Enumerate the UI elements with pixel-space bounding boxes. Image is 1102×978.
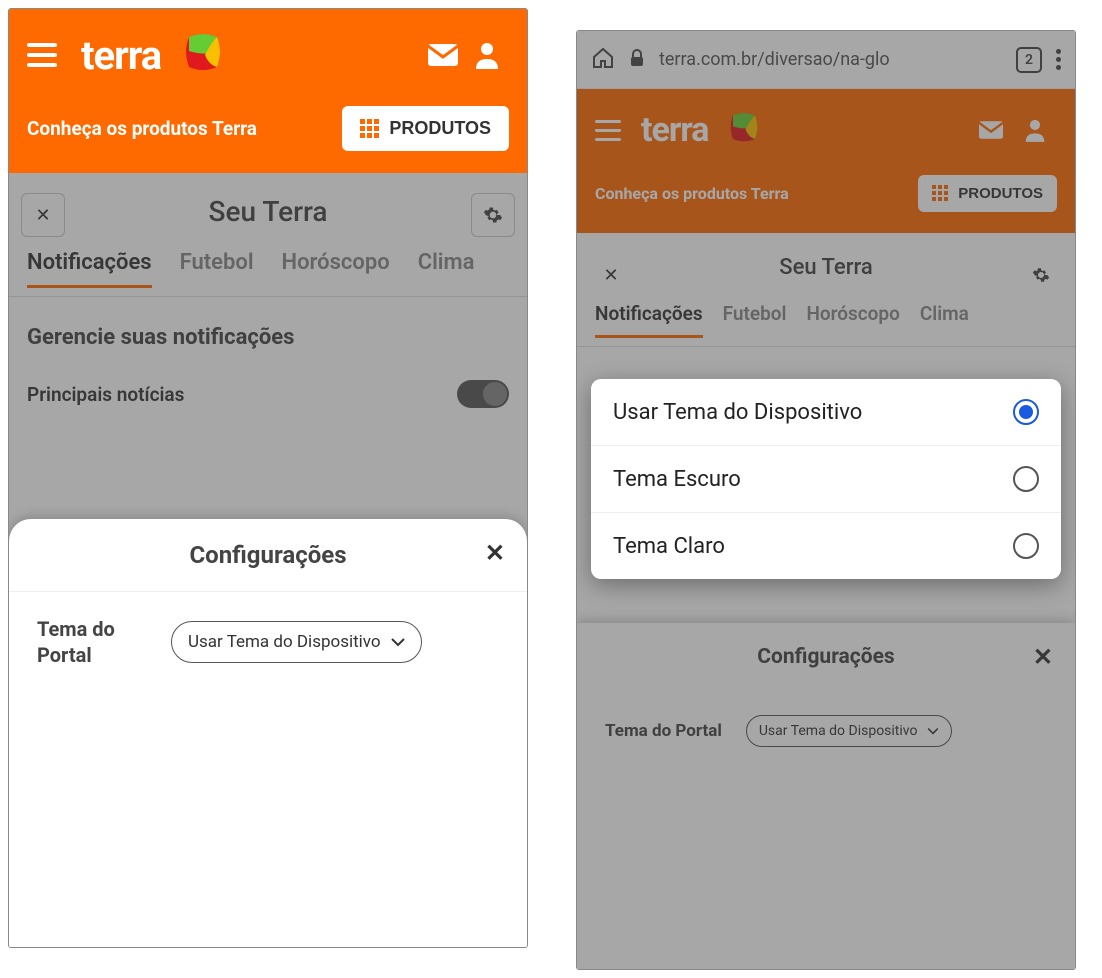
sheet-header: Configurações ✕: [9, 519, 527, 592]
user-panel: ✕ Seu Terra Notificações Futebol Horósco…: [577, 233, 1075, 347]
screenshot-left: terra Conheça os produtos Terra PRODUTOS: [8, 8, 528, 948]
user-icon[interactable]: [465, 33, 509, 77]
app-header: terra: [577, 89, 1075, 171]
user-panel: ✕ Seu Terra Notificações Futebol Horósco…: [9, 173, 527, 420]
theme-picker-popup: Usar Tema do Dispositivo Tema Escuro Tem…: [591, 379, 1061, 579]
gear-icon: [483, 205, 503, 225]
brand-wordmark[interactable]: terra: [641, 110, 708, 150]
panel-header: ✕ Seu Terra: [9, 173, 527, 250]
mail-icon[interactable]: [969, 108, 1013, 152]
theme-option-label: Tema Escuro: [613, 467, 741, 492]
panel-title: Seu Terra: [209, 195, 328, 228]
tab-horoscopo[interactable]: Horóscopo: [806, 302, 899, 338]
products-banner-text: Conheça os produtos Terra: [27, 117, 342, 140]
toggle-row-principais-noticias: Principais notícias: [9, 368, 527, 420]
browser-menu-button[interactable]: [1056, 49, 1061, 70]
radio-unselected-icon: [1013, 466, 1039, 492]
dim-overlay-sheet: [577, 623, 1075, 969]
user-icon[interactable]: [1013, 108, 1057, 152]
screenshot-right: terra.com.br/diversao/na-glo 2 terra: [576, 30, 1076, 970]
theme-option-dark[interactable]: Tema Escuro: [591, 446, 1061, 513]
tab-futebol[interactable]: Futebol: [180, 250, 254, 288]
tab-clima[interactable]: Clima: [920, 302, 969, 338]
theme-option-label: Tema Claro: [613, 534, 725, 559]
theme-option-label: Usar Tema do Dispositivo: [613, 400, 862, 425]
brand-wordmark[interactable]: terra: [81, 32, 161, 79]
settings-gear-button[interactable]: [471, 193, 515, 237]
tabs-bar: Notificações Futebol Horóscopo Clima: [9, 250, 527, 297]
theme-select[interactable]: Usar Tema do Dispositivo: [171, 621, 422, 663]
sheet-body: Tema do Portal Usar Tema do Dispositivo: [9, 592, 527, 692]
products-banner-text: Conheça os produtos Terra: [595, 184, 918, 203]
panel-header: ✕ Seu Terra: [577, 233, 1075, 302]
panel-title: Seu Terra: [779, 255, 873, 280]
theme-select-value: Usar Tema do Dispositivo: [188, 632, 381, 652]
brand-logo-icon: [175, 25, 231, 85]
settings-gear-button[interactable]: [1019, 253, 1063, 297]
tab-clima[interactable]: Clima: [418, 250, 475, 288]
products-button[interactable]: PRODUTOS: [342, 106, 509, 151]
radio-selected-icon: [1013, 399, 1039, 425]
menu-button[interactable]: [595, 120, 621, 141]
tab-horoscopo[interactable]: Horóscopo: [282, 250, 390, 288]
tab-futebol[interactable]: Futebol: [723, 302, 787, 338]
theme-field-label: Tema do Portal: [37, 616, 147, 668]
tabs-bar: Notificações Futebol Horóscopo Clima: [577, 302, 1075, 347]
products-banner: Conheça os produtos Terra PRODUTOS: [9, 101, 527, 173]
products-banner: Conheça os produtos Terra PRODUTOS: [577, 171, 1075, 233]
products-button-label: PRODUTOS: [958, 185, 1043, 202]
lock-icon: [629, 49, 645, 71]
grid-icon: [932, 185, 948, 201]
close-sheet-button[interactable]: ✕: [485, 539, 505, 567]
tab-notificacoes[interactable]: Notificações: [27, 250, 152, 288]
mail-icon[interactable]: [421, 33, 465, 77]
theme-option-light[interactable]: Tema Claro: [591, 513, 1061, 579]
app-header: terra: [9, 9, 527, 101]
tab-notificacoes[interactable]: Notificações: [595, 302, 703, 338]
toggle-switch[interactable]: [457, 380, 509, 408]
sheet-title: Configurações: [189, 541, 346, 569]
grid-icon: [360, 119, 379, 138]
close-panel-button[interactable]: ✕: [21, 193, 65, 237]
toggle-label: Principais notícias: [27, 383, 184, 406]
menu-button[interactable]: [27, 43, 57, 67]
theme-option-device[interactable]: Usar Tema do Dispositivo: [591, 379, 1061, 446]
notifications-section-title: Gerencie suas notificações: [9, 297, 527, 368]
settings-sheet: Configurações ✕ Tema do Portal Usar Tema…: [9, 519, 527, 947]
close-panel-button[interactable]: ✕: [589, 253, 633, 297]
chevron-down-icon: [391, 632, 405, 652]
products-button-label: PRODUTOS: [389, 118, 491, 139]
url-bar[interactable]: terra.com.br/diversao/na-glo: [659, 49, 1002, 70]
home-icon[interactable]: [591, 46, 615, 74]
tab-count-button[interactable]: 2: [1016, 47, 1042, 73]
gear-icon: [1032, 266, 1050, 284]
radio-unselected-icon: [1013, 533, 1039, 559]
browser-chrome: terra.com.br/diversao/na-glo 2: [577, 31, 1075, 89]
products-button[interactable]: PRODUTOS: [918, 175, 1057, 212]
brand-logo-icon: [722, 106, 766, 154]
